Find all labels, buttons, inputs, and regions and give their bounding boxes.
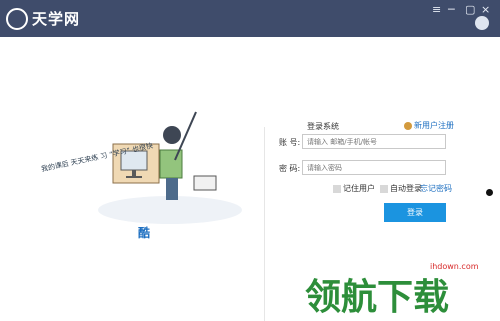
restore-icon[interactable]: ▢ [465,4,475,15]
cursor-dot [486,189,493,196]
panel-divider [264,127,265,321]
auto-login-checkbox[interactable]: 自动登录 [380,183,422,194]
user-avatar-icon[interactable] [475,16,489,30]
account-label: 账 号: [279,138,301,147]
password-input[interactable] [302,160,446,175]
close-icon[interactable]: × [481,4,490,15]
menu-icon[interactable]: ≡ [432,4,441,15]
app-title: 天学网 [32,10,81,28]
register-label: 新用户注册 [414,121,454,130]
forgot-password-link[interactable]: 忘记密码 [420,183,452,194]
account-input[interactable] [302,134,446,149]
illustration-accent: 酷 [138,226,151,240]
watermark-text: 领航下载 [305,277,450,318]
minimize-icon[interactable]: ─ [448,4,455,15]
app-logo-icon [6,8,28,30]
user-icon [404,121,412,130]
remember-user-label: 记住用户 [343,184,375,193]
checkbox-icon [333,184,341,193]
checkbox-icon [380,184,388,193]
password-label: 密 码: [279,164,301,173]
login-button[interactable]: 登录 [384,203,446,222]
login-section-title: 登录系统 [307,122,339,131]
title-bar: 天学网 ≡ ─ ▢ × [0,0,500,37]
remember-user-checkbox[interactable]: 记住用户 [333,183,375,194]
register-link[interactable]: 新用户注册 [404,120,454,131]
auto-login-label: 自动登录 [390,184,422,193]
